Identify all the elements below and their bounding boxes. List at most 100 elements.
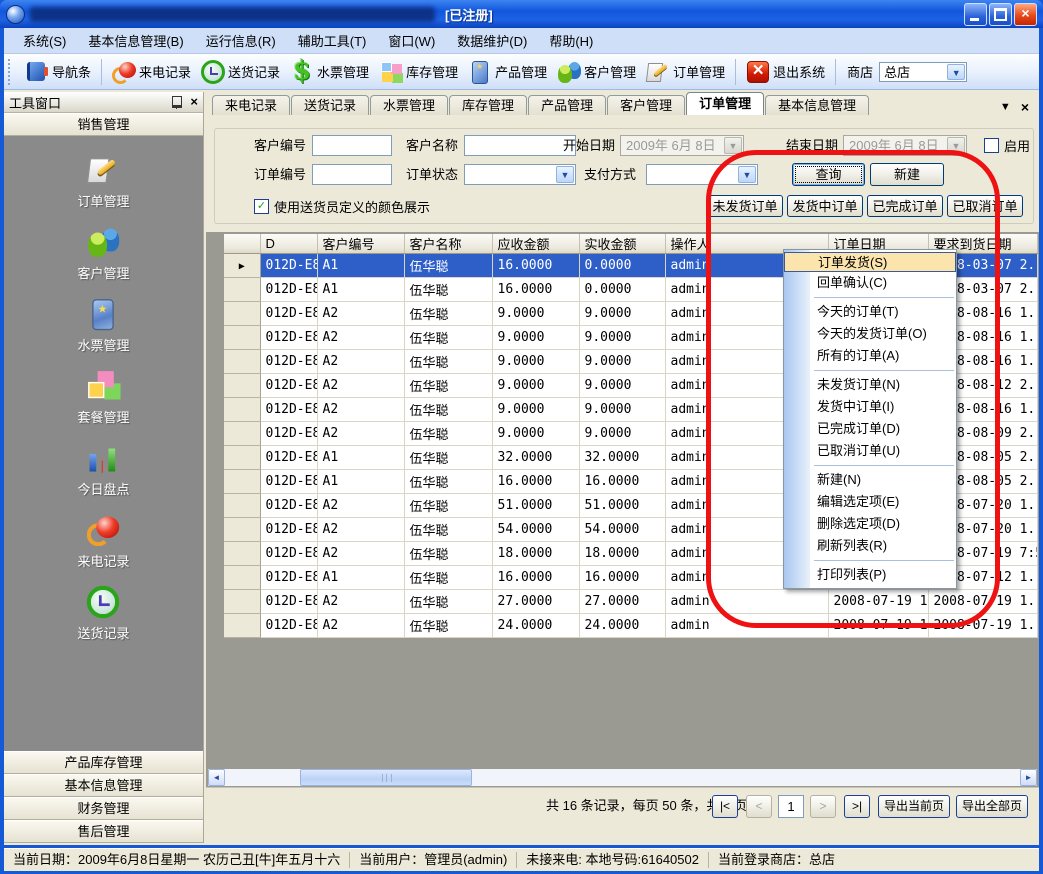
sidebar-item[interactable]: 送货记录 <box>77 590 129 642</box>
context-menu-item[interactable]: 已取消订单(U) <box>784 440 956 462</box>
context-menu-item[interactable] <box>814 370 954 371</box>
toolbar-button[interactable]: 来电记录 <box>107 57 196 87</box>
toolbar-button[interactable] <box>735 59 736 85</box>
tab-scroll-down-icon[interactable]: ▼ <box>1000 101 1011 113</box>
sidebar-section[interactable]: 财务管理 <box>4 797 203 820</box>
chevron-down-icon[interactable]: ▼ <box>724 137 742 154</box>
export-current-page-button[interactable]: 导出当前页 <box>878 795 950 818</box>
courier-color-checkbox[interactable]: ✓ 使用送货员定义的颜色展示 <box>254 196 430 217</box>
enable-checkbox[interactable]: 启用 <box>984 135 1030 156</box>
toolbar-button[interactable]: 产品管理 <box>463 57 552 87</box>
column-header[interactable]: 客户编号 <box>317 234 404 254</box>
chevron-down-icon[interactable]: ▼ <box>947 137 965 154</box>
menubar-item[interactable]: 基本信息管理(B) <box>77 28 194 53</box>
row-selector[interactable]: ▶ <box>224 422 260 446</box>
row-selector[interactable]: ▶ <box>224 374 260 398</box>
context-menu-item[interactable]: 编辑选定项(E) <box>784 491 956 513</box>
row-selector[interactable]: ▶ <box>224 398 260 422</box>
customer-code-input[interactable] <box>312 135 392 156</box>
sidebar-item[interactable]: 今日盘点 <box>77 446 129 498</box>
filter-unshipped-button[interactable]: 未发货订单 <box>707 195 783 217</box>
row-selector[interactable]: ▶ <box>224 590 260 614</box>
sidebar-item[interactable]: 订单管理 <box>77 158 129 210</box>
row-selector[interactable]: ▶ <box>224 518 260 542</box>
sidebar-item[interactable]: 客户管理 <box>77 230 129 282</box>
column-header[interactable]: 实收金额 <box>579 234 665 254</box>
pin-icon[interactable] <box>172 96 182 108</box>
row-selector[interactable]: ▶ <box>224 278 260 302</box>
context-menu-item[interactable]: 已完成订单(D) <box>784 418 956 440</box>
horizontal-scrollbar[interactable]: ◄ ► <box>208 769 1037 786</box>
context-menu-item[interactable]: 回单确认(C) <box>784 272 956 294</box>
sidebar-section[interactable]: 售后管理 <box>4 820 203 843</box>
menubar-item[interactable]: 数据维护(D) <box>446 28 538 53</box>
toolbar-button[interactable]: 订单管理 <box>641 57 730 87</box>
shop-select[interactable]: 总店 ▼ <box>879 62 967 82</box>
column-header[interactable] <box>224 234 260 254</box>
toolbar-grip[interactable] <box>8 59 14 85</box>
context-menu-item[interactable]: 订单发货(S) <box>784 252 956 272</box>
tab[interactable]: 库存管理 <box>449 95 527 115</box>
context-menu-item[interactable]: 未发货订单(N) <box>784 374 956 396</box>
toolbar-button[interactable]: 送货记录 <box>196 57 285 87</box>
tab-close-icon[interactable]: × <box>1021 99 1029 115</box>
scrollbar-thumb[interactable] <box>300 769 472 786</box>
row-selector[interactable]: ▶ <box>224 350 260 374</box>
sidebar-item[interactable]: 来电记录 <box>77 518 129 570</box>
context-menu-item[interactable]: 刷新列表(R) <box>784 535 956 557</box>
scroll-left-icon[interactable]: ◄ <box>208 769 225 786</box>
tab[interactable]: 来电记录 <box>212 95 290 115</box>
menubar-item[interactable]: 运行信息(R) <box>195 28 287 53</box>
order-code-input[interactable] <box>312 164 392 185</box>
menubar-item[interactable]: 窗口(W) <box>377 28 446 53</box>
table-row[interactable]: ▶ 012D-E8... A2 伍华聪 24.0000 24.0000 admi… <box>224 614 1037 638</box>
tab[interactable]: 订单管理 <box>686 92 764 115</box>
sidebar-section[interactable]: 基本信息管理 <box>4 774 203 797</box>
column-header[interactable]: 应收金额 <box>492 234 579 254</box>
column-header[interactable]: 客户名称 <box>404 234 492 254</box>
chevron-down-icon[interactable]: ▼ <box>738 166 756 183</box>
filter-completed-button[interactable]: 已完成订单 <box>867 195 943 217</box>
context-menu-item[interactable] <box>814 297 954 298</box>
context-menu-item[interactable]: 发货中订单(I) <box>784 396 956 418</box>
row-selector[interactable]: ▶ <box>224 470 260 494</box>
sidebar-item[interactable]: 水票管理 <box>77 302 129 354</box>
sidebar-item[interactable]: 套餐管理 <box>77 374 129 426</box>
row-selector[interactable]: ▶ <box>224 302 260 326</box>
row-selector[interactable]: ▶ <box>224 566 260 590</box>
tab[interactable]: 客户管理 <box>607 95 685 115</box>
close-icon[interactable]: × <box>190 96 198 108</box>
maximize-button[interactable] <box>989 3 1012 26</box>
toolbar-button[interactable]: 退出系统 <box>741 57 830 87</box>
start-date-picker[interactable]: 2009年 6月 8日 ▼ <box>620 135 744 156</box>
checkbox-checked-icon[interactable]: ✓ <box>254 199 269 214</box>
column-header[interactable]: D <box>260 234 317 254</box>
context-menu-item[interactable] <box>814 560 954 561</box>
toolbar-button[interactable] <box>835 59 836 85</box>
filter-cancelled-button[interactable]: 已取消订单 <box>947 195 1023 217</box>
context-menu-item[interactable]: 今天的订单(T) <box>784 301 956 323</box>
context-menu-item[interactable]: 删除选定项(D) <box>784 513 956 535</box>
row-selector[interactable]: ▶ <box>224 614 260 638</box>
new-button[interactable]: 新建 <box>870 163 944 186</box>
last-page-button[interactable]: >| <box>844 795 870 818</box>
toolbar-button[interactable]: 库存管理 <box>374 57 463 87</box>
chevron-down-icon[interactable]: ▼ <box>556 166 574 183</box>
context-menu-item[interactable]: 今天的发货订单(O) <box>784 323 956 345</box>
next-page-button[interactable]: > <box>810 795 836 818</box>
customer-name-input[interactable] <box>464 135 576 156</box>
scrollbar-track[interactable] <box>225 769 1020 786</box>
menubar-item[interactable]: 系统(S) <box>12 28 77 53</box>
toolbar-button[interactable]: 导航条 <box>20 57 96 87</box>
sidebar-section-sales[interactable]: 销售管理 <box>4 113 203 136</box>
close-button[interactable]: × <box>1014 3 1037 26</box>
menubar-item[interactable]: 帮助(H) <box>538 28 604 53</box>
filter-shipping-button[interactable]: 发货中订单 <box>787 195 863 217</box>
toolbar-button[interactable]: 客户管理 <box>552 57 641 87</box>
prev-page-button[interactable]: < <box>746 795 772 818</box>
row-selector[interactable]: ▶ <box>224 446 260 470</box>
row-selector[interactable]: ▶ <box>224 542 260 566</box>
context-menu-item[interactable] <box>814 465 954 466</box>
chevron-down-icon[interactable]: ▼ <box>947 64 965 80</box>
table-row[interactable]: ▶ 012D-E8... A2 伍华聪 27.0000 27.0000 admi… <box>224 590 1037 614</box>
